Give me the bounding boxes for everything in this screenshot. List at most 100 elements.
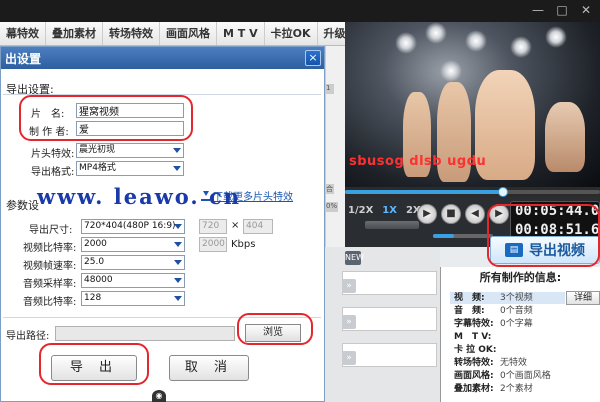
intro-effect-value: 晨光初现 xyxy=(79,145,116,155)
menu-tab[interactable]: 卡拉OK xyxy=(265,22,318,45)
info-row: 卡 拉 OK: xyxy=(454,344,600,357)
size-separator: × xyxy=(231,220,240,231)
info-key: 音 频: xyxy=(454,306,485,316)
clip-thumbnail-area: » » » xyxy=(320,247,440,402)
info-row: 转场特效: 无特效 xyxy=(454,357,600,370)
dialog-title-bar[interactable]: 出设置 × xyxy=(1,47,324,69)
light-orb xyxy=(425,22,447,44)
author-label: 制 作 者: xyxy=(29,127,69,138)
timeline-progress xyxy=(345,190,504,194)
chevron-down-icon xyxy=(174,242,182,247)
play-icon[interactable]: ▶ xyxy=(417,204,437,224)
chevron-down-icon xyxy=(174,260,182,265)
frame-rate-label: 视频帧速率: xyxy=(23,261,77,272)
timeline-handle[interactable] xyxy=(498,187,509,197)
dialog-close-icon[interactable]: × xyxy=(305,50,321,66)
format-value: MP4格式 xyxy=(79,163,116,173)
info-row: M T V: xyxy=(454,331,600,344)
chevron-down-icon xyxy=(173,148,181,153)
info-key: M T V: xyxy=(454,332,492,342)
export-path-input[interactable] xyxy=(55,326,235,341)
audio-bitrate-select[interactable]: 128 xyxy=(81,291,185,306)
video-bitrate-label: 视频比特率: xyxy=(23,243,77,254)
speed-option[interactable]: 1/2X xyxy=(345,205,376,216)
info-value: 3个视频 xyxy=(500,293,533,303)
video-preview[interactable]: sbusog dlsb ugdu xyxy=(345,22,600,187)
export-video-button[interactable]: ▤ 导出视频 xyxy=(490,236,600,264)
light-orb xyxy=(545,26,567,48)
menu-tab[interactable]: 幕特效 xyxy=(0,22,46,45)
frame-rate-select[interactable]: 25.0 xyxy=(81,255,185,270)
title-input[interactable] xyxy=(76,103,184,118)
light-orb xyxy=(440,60,462,82)
volume-row xyxy=(345,229,495,243)
timeline-bar[interactable] xyxy=(345,187,600,197)
speed-slider[interactable] xyxy=(365,221,419,229)
maximize-icon[interactable]: □ xyxy=(554,3,570,17)
bitrate-unit: Kbps xyxy=(231,239,256,250)
app-title-bar xyxy=(0,0,600,22)
info-key: 卡 拉 OK: xyxy=(454,345,497,355)
speed-option[interactable]: 1X xyxy=(379,205,400,216)
video-bitrate-select[interactable]: 2000 xyxy=(81,237,185,252)
chevron-right-icon[interactable]: » xyxy=(342,315,356,329)
author-input[interactable] xyxy=(76,121,184,136)
video-bitrate-value: 2000 xyxy=(84,239,107,249)
speed-selector: 1/2X 1X 2X xyxy=(345,205,424,216)
dialog-title: 出设置 xyxy=(5,52,42,66)
minimize-icon[interactable]: — xyxy=(530,3,546,17)
format-select[interactable]: MP4格式 xyxy=(76,161,184,176)
info-row: 字幕特效: 0个字幕 xyxy=(454,318,600,331)
intro-effect-label: 片头特效: xyxy=(31,149,75,160)
clip-thumbnail[interactable] xyxy=(342,271,437,295)
detail-button[interactable]: 详细 xyxy=(566,291,600,305)
name-label: 片 名: xyxy=(31,109,65,120)
light-orb xyxy=(395,32,417,54)
video-caption: sbusog dlsb ugdu xyxy=(349,154,487,169)
chevron-down-icon xyxy=(174,224,182,229)
info-key: 视 频: xyxy=(454,293,485,303)
cancel-button[interactable]: 取 消 xyxy=(169,355,249,381)
light-orb xyxy=(465,30,487,52)
size-select[interactable]: 720*404(480P 16:9) xyxy=(81,219,185,234)
info-row: 音 频: 0个音频 xyxy=(454,305,600,318)
format-label: 导出格式: xyxy=(31,167,75,178)
info-value: 2个素材 xyxy=(500,384,533,394)
frame-rate-value: 25.0 xyxy=(84,257,105,267)
window-controls: — □ ✕ xyxy=(530,3,594,17)
info-value: 0个字幕 xyxy=(500,319,533,329)
new-badge-icon: NEW xyxy=(345,251,364,265)
assistant-icon[interactable]: ◉ xyxy=(152,390,166,402)
chevron-right-icon[interactable]: » xyxy=(342,279,356,293)
custom-bitrate-input: 2000 xyxy=(199,237,227,252)
background-panel-edge xyxy=(325,46,345,247)
size-label: 导出尺寸: xyxy=(29,225,73,236)
audio-bitrate-value: 128 xyxy=(84,293,102,303)
menu-tab[interactable]: 转场特效 xyxy=(103,22,160,45)
info-key: 叠加素材: xyxy=(454,384,494,394)
export-button[interactable]: 导 出 xyxy=(51,355,137,381)
clip-thumbnail[interactable] xyxy=(342,307,437,331)
sample-rate-select[interactable]: 48000 xyxy=(81,273,185,288)
prev-frame-icon[interactable]: ◀ xyxy=(465,204,485,224)
info-value: 0个画面风格 xyxy=(500,371,551,381)
stop-icon[interactable]: ■ xyxy=(441,204,461,224)
intro-effect-select[interactable]: 晨光初现 xyxy=(76,143,184,158)
playback-buttons: ▶ ■ ◀ ▶ xyxy=(417,204,509,224)
menu-tab[interactable]: M T V xyxy=(217,22,265,45)
current-time: 00:05:44.040 xyxy=(515,203,600,219)
next-frame-icon[interactable]: ▶ xyxy=(489,204,509,224)
info-panel-title: 所有制作的信息: xyxy=(479,271,562,284)
info-key: 转场特效: xyxy=(454,358,494,368)
chevron-right-icon[interactable]: » xyxy=(342,351,356,365)
menu-tab[interactable]: 叠加素材 xyxy=(46,22,103,45)
watermark-text: www. leawo. cn xyxy=(37,184,242,209)
browse-button[interactable]: 浏览 xyxy=(245,324,301,342)
light-orb xyxy=(510,36,532,58)
clip-thumbnail[interactable] xyxy=(342,343,437,367)
close-icon[interactable]: ✕ xyxy=(578,3,594,17)
size-value: 720*404(480P 16:9) xyxy=(84,221,176,231)
menu-tab[interactable]: 画面风格 xyxy=(160,22,217,45)
export-video-label: 导出视频 xyxy=(529,243,585,259)
export-film-icon: ▤ xyxy=(505,243,523,257)
